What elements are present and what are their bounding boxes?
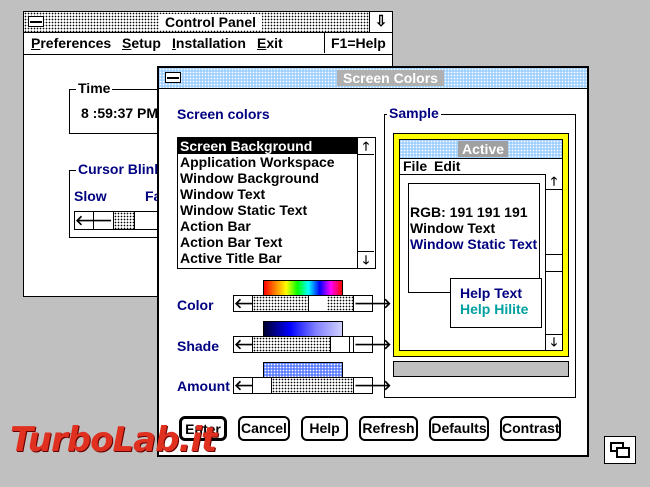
time-label: Time — [76, 80, 113, 96]
shade-label: Shade — [177, 338, 220, 354]
list-item[interactable]: Window Background — [178, 170, 358, 186]
control-panel-titlebar[interactable]: Control Panel ⇩ — [24, 12, 392, 33]
arrow-right-icon[interactable]: 🡒 — [353, 378, 392, 393]
sample-menu-file: File — [403, 158, 428, 174]
sample-help-hilite: Help Hilite — [460, 301, 529, 317]
screen-colors-titlebar[interactable]: Screen Colors — [159, 68, 587, 89]
list-item[interactable]: Action Bar — [178, 218, 358, 234]
sample-menubar: File Edit — [400, 158, 562, 175]
shade-gradient — [263, 321, 343, 337]
sample-titlebar: Active — [400, 140, 562, 159]
list-item[interactable]: Window Text — [178, 186, 358, 202]
turbolab-watermark: TurboLab.it — [10, 420, 217, 468]
color-thumb[interactable] — [308, 296, 328, 311]
arrow-right-icon[interactable]: 🡒 — [353, 337, 392, 352]
arrow-left-icon[interactable]: 🡐 — [234, 337, 272, 352]
menu-setup[interactable]: Setup — [122, 35, 161, 51]
menu-preferences[interactable]: Preferences — [31, 35, 111, 51]
scroll-thumb[interactable] — [114, 212, 135, 229]
contrast-button[interactable]: Contrast — [500, 416, 561, 441]
list-items: Screen Background Application Workspace … — [178, 138, 358, 266]
cursor-blink-label: Cursor Blink — [76, 161, 165, 177]
sample-window: Active File Edit RGB: 191 191 191 Window… — [393, 133, 569, 357]
minimize-arrow-icon[interactable]: ⇩ — [369, 12, 392, 32]
menu-label: xit — [266, 35, 283, 51]
cancel-button[interactable]: Cancel — [238, 416, 290, 441]
sample-scrollbar: 🡑 🡓 — [545, 174, 562, 350]
arrow-up-icon: 🡑 — [546, 174, 562, 190]
color-track — [253, 296, 308, 311]
menu-accel: P — [31, 35, 41, 51]
color-spectrum — [263, 280, 343, 296]
shade-scrollbar[interactable]: 🡐 🡒 — [233, 336, 392, 353]
menu-exit[interactable]: Exit — [257, 35, 283, 51]
list-item[interactable]: Active Title Bar — [178, 250, 358, 266]
time-value[interactable]: 8 :59:37 PM — [81, 105, 158, 121]
list-item[interactable]: Action Bar Text — [178, 234, 358, 250]
control-panel-title: Control Panel — [159, 14, 263, 30]
sample-static-text: Window Static Text — [410, 236, 538, 252]
arrow-left-icon[interactable]: 🡐 — [75, 212, 113, 229]
amount-label: Amount — [177, 378, 230, 394]
screen-colors-listbox[interactable]: Screen Background Application Workspace … — [177, 137, 376, 269]
sample-inner: Active File Edit RGB: 191 191 191 Window… — [399, 139, 563, 351]
sample-workspace-strip — [393, 361, 569, 377]
sample-label: Sample — [387, 105, 441, 121]
system-menu-icon[interactable] — [28, 16, 44, 27]
sample-help-text: Help Text — [460, 285, 522, 301]
menu-accel: S — [122, 35, 132, 51]
watermark-text: TurboLab.it — [10, 420, 217, 460]
sample-menu-edit: Edit — [434, 158, 461, 174]
arrow-right-icon[interactable]: 🡒 — [353, 296, 392, 311]
sample-rgb-text: RGB: 191 191 191 — [410, 204, 528, 220]
cursor-blink-scrollbar[interactable]: 🡐 — [74, 211, 164, 230]
list-item[interactable]: Screen Background — [178, 138, 358, 154]
shade-track — [253, 337, 330, 352]
system-menu-icon[interactable] — [165, 72, 181, 83]
amount-thumb[interactable] — [253, 378, 272, 393]
menu-label: etup — [131, 35, 161, 51]
sample-group: Sample Active File Edit RGB: 191 191 191… — [384, 105, 576, 398]
menu-divider — [324, 33, 325, 53]
icon-window-front — [616, 447, 630, 458]
color-label: Color — [177, 297, 214, 313]
menu-installation[interactable]: Installation — [172, 35, 246, 51]
amount-track — [272, 378, 353, 393]
minimized-window-icon[interactable] — [604, 436, 636, 464]
help-hint: F1=Help — [331, 35, 386, 51]
refresh-button[interactable]: Refresh — [359, 416, 418, 441]
menu-label: nstallation — [175, 35, 246, 51]
list-item[interactable]: Window Static Text — [178, 202, 358, 218]
screen-colors-dialog: Screen Colors Screen colors Screen Backg… — [157, 66, 589, 457]
sample-window-text: Window Text — [410, 220, 496, 236]
menu-label: references — [40, 35, 112, 51]
amount-bar — [263, 362, 343, 378]
arrow-down-icon[interactable]: 🡓 — [358, 251, 374, 268]
menu-accel: E — [257, 35, 267, 51]
screen-colors-label: Screen colors — [177, 106, 270, 122]
arrow-left-icon[interactable]: 🡐 — [234, 378, 272, 393]
amount-scrollbar[interactable]: 🡐 🡒 — [233, 377, 392, 394]
slow-label: Slow — [74, 188, 107, 204]
shade-thumb[interactable] — [330, 337, 350, 352]
arrow-up-icon[interactable]: 🡑 — [358, 138, 374, 155]
arrow-down-icon: 🡓 — [546, 334, 562, 350]
screen-colors-title: Screen Colors — [337, 70, 444, 86]
color-track — [327, 296, 353, 311]
arrow-left-icon[interactable]: 🡐 — [234, 296, 272, 311]
sample-title: Active — [458, 141, 509, 157]
help-button[interactable]: Help — [301, 416, 348, 441]
list-item[interactable]: Application Workspace — [178, 154, 358, 170]
defaults-button[interactable]: Defaults — [429, 416, 489, 441]
color-scrollbar[interactable]: 🡐 🡒 — [233, 295, 392, 312]
list-scrollbar[interactable]: 🡑 🡓 — [357, 138, 375, 268]
scroll-thumb — [546, 254, 562, 272]
